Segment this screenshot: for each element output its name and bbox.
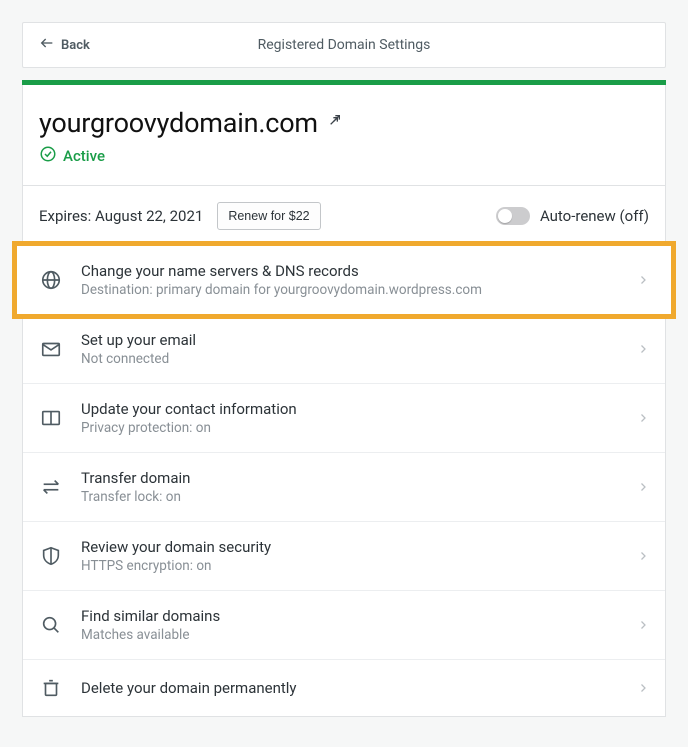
chevron-right-icon	[637, 340, 649, 359]
status-badge: Active	[39, 145, 649, 167]
search-icon	[39, 613, 63, 637]
transfer-icon	[39, 475, 63, 499]
trash-icon	[39, 676, 63, 700]
option-title: Review your domain security	[81, 538, 619, 556]
shield-icon	[39, 544, 63, 568]
option-title: Set up your email	[81, 331, 619, 349]
chevron-right-icon	[637, 616, 649, 635]
expiry-row: Expires: August 22, 2021 Renew for $22 A…	[23, 186, 665, 246]
header-bar: Back Registered Domain Settings	[22, 22, 666, 68]
expiry-label: Expires: August 22, 2021	[39, 207, 203, 225]
back-label: Back	[61, 38, 90, 53]
option-subtitle: Not connected	[81, 351, 619, 367]
chevron-right-icon	[637, 679, 649, 698]
renew-button[interactable]: Renew for $22	[217, 202, 320, 230]
chevron-right-icon	[637, 271, 649, 290]
check-circle-icon	[39, 145, 57, 167]
option-subtitle: Transfer lock: on	[81, 489, 619, 505]
option-dns[interactable]: Change your name servers & DNS records D…	[17, 246, 671, 314]
chevron-right-icon	[637, 409, 649, 428]
arrow-left-icon	[39, 35, 55, 55]
option-delete[interactable]: Delete your domain permanently	[23, 659, 665, 716]
option-transfer[interactable]: Transfer domain Transfer lock: on	[23, 452, 665, 521]
option-security[interactable]: Review your domain security HTTPS encryp…	[23, 521, 665, 590]
option-subtitle: Matches available	[81, 627, 619, 643]
option-list: Change your name servers & DNS records D…	[23, 246, 665, 716]
card-icon	[39, 406, 63, 430]
page-title: Registered Domain Settings	[23, 37, 665, 53]
option-title: Update your contact information	[81, 400, 619, 418]
autorenew-toggle[interactable]	[496, 207, 530, 225]
chevron-right-icon	[637, 478, 649, 497]
domain-name: yourgroovydomain.com	[39, 107, 318, 139]
option-subtitle: HTTPS encryption: on	[81, 558, 619, 574]
mail-icon	[39, 337, 63, 361]
option-title: Delete your domain permanently	[81, 679, 619, 697]
option-email[interactable]: Set up your email Not connected	[23, 314, 665, 383]
option-title: Find similar domains	[81, 607, 619, 625]
option-subtitle: Destination: primary domain for yourgroo…	[81, 282, 619, 298]
option-similar[interactable]: Find similar domains Matches available	[23, 590, 665, 659]
option-contact[interactable]: Update your contact information Privacy …	[23, 383, 665, 452]
external-link-icon[interactable]	[326, 113, 342, 133]
chevron-right-icon	[637, 547, 649, 566]
option-title: Change your name servers & DNS records	[81, 262, 619, 280]
option-subtitle: Privacy protection: on	[81, 420, 619, 436]
option-title: Transfer domain	[81, 469, 619, 487]
globe-icon	[39, 268, 63, 292]
domain-panel: yourgroovydomain.com Active Expires: Aug…	[22, 85, 666, 717]
status-label: Active	[63, 147, 105, 165]
autorenew-label: Auto-renew (off)	[540, 207, 649, 225]
back-button[interactable]: Back	[39, 35, 90, 55]
